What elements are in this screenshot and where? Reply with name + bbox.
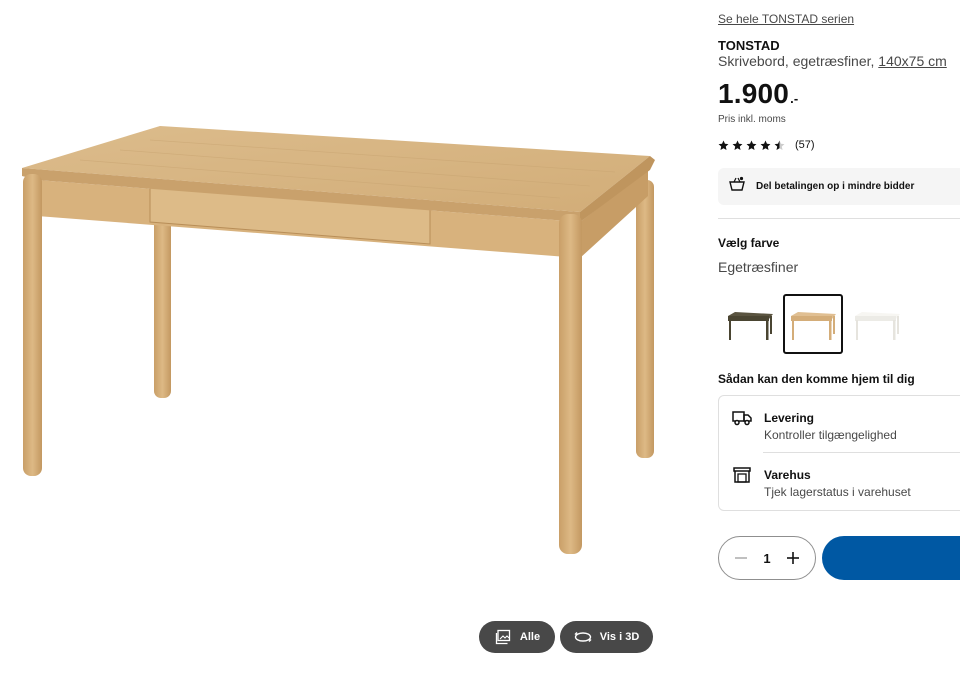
- all-images-button[interactable]: Alle: [479, 621, 555, 653]
- quantity-value[interactable]: 1: [763, 551, 770, 566]
- store-title: Varehus: [764, 468, 811, 482]
- product-image-area: Alle Vis i 3D: [0, 0, 700, 681]
- price-value: 1.900: [718, 78, 790, 109]
- swatch-desk-white: [855, 312, 900, 340]
- minus-icon: [735, 557, 747, 559]
- basket-icon: [728, 176, 746, 197]
- color-swatch-white[interactable]: [847, 294, 907, 354]
- product-type: Skrivebord, egetræsfiner,: [718, 53, 875, 69]
- review-count: (57): [795, 139, 815, 151]
- product-name: TONSTAD: [718, 38, 780, 53]
- view-3d-button[interactable]: Vis i 3D: [560, 621, 653, 653]
- product-dimensions-link[interactable]: 140x75 cm: [878, 53, 946, 69]
- gallery-icon: [494, 628, 512, 646]
- delivery-option-varehus[interactable]: Varehus Tjek lagerstatus i varehuset: [719, 453, 960, 509]
- delivery-option-levering[interactable]: Levering Kontroller tilgængelighed: [719, 396, 960, 452]
- view-3d-label: Vis i 3D: [599, 631, 640, 643]
- rotate-3d-icon: [574, 628, 592, 646]
- color-swatch-oak[interactable]: [783, 294, 843, 354]
- divider: [718, 218, 960, 219]
- store-subtitle: Tjek lagerstatus i varehuset: [764, 485, 911, 499]
- rating-stars: [718, 140, 785, 151]
- product-description: Skrivebord, egetræsfiner, 140x75 cm: [718, 53, 947, 69]
- price-note: Pris inkl. moms: [718, 114, 786, 125]
- swatch-desk-oak: [791, 312, 836, 340]
- product-image[interactable]: [0, 0, 700, 681]
- color-label: Vælg farve: [718, 236, 780, 250]
- payment-banner[interactable]: Del betalingen op i mindre bidder: [718, 168, 960, 205]
- swatch-desk-dark: [728, 312, 773, 340]
- star-icon: [774, 140, 785, 150]
- product-info: Se hele TONSTAD serien TONSTAD Skrivebor…: [718, 0, 960, 681]
- plus-icon: [786, 552, 799, 564]
- delivery-title: Levering: [764, 411, 815, 425]
- star-icon: [732, 140, 743, 150]
- star-icon: [760, 140, 771, 150]
- quantity-stepper: 1: [718, 536, 816, 580]
- star-icon: [746, 140, 757, 150]
- add-to-cart-button[interactable]: [822, 536, 960, 580]
- store-icon: [732, 466, 752, 484]
- decrease-button[interactable]: [733, 550, 749, 566]
- rating[interactable]: (57): [718, 139, 815, 151]
- series-link[interactable]: Se hele TONSTAD serien: [718, 12, 854, 26]
- all-images-label: Alle: [519, 631, 541, 643]
- truck-icon: [732, 409, 752, 427]
- star-icon: [718, 140, 729, 150]
- price-suffix: .-: [790, 91, 799, 106]
- delivery-subtitle: Kontroller tilgængelighed: [764, 428, 897, 442]
- payment-label: Del betalingen op i mindre bidder: [756, 181, 915, 192]
- color-swatch-dark[interactable]: [720, 294, 780, 354]
- product-price: 1.900.-: [718, 78, 798, 110]
- selected-color: Egetræsfiner: [718, 259, 799, 275]
- delivery-options: Levering Kontroller tilgængelighed Vareh…: [718, 395, 960, 511]
- increase-button[interactable]: [785, 550, 801, 566]
- delivery-heading: Sådan kan den komme hjem til dig: [718, 372, 915, 386]
